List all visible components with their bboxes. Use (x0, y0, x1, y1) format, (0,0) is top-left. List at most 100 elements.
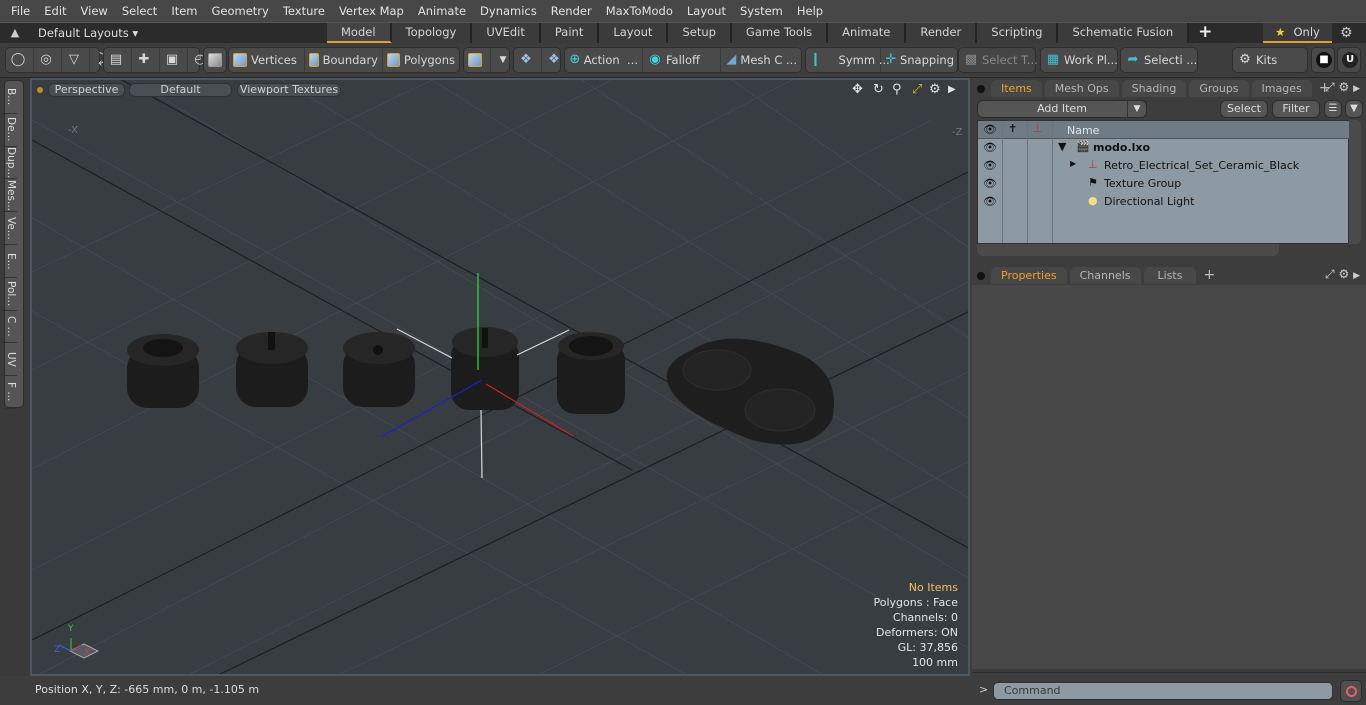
item-list-horizontal-scrollbar[interactable] (977, 244, 1279, 256)
menu-select[interactable]: Select (115, 0, 164, 22)
menu-dynamics[interactable]: Dynamics (473, 0, 544, 22)
layouts-dropdown[interactable]: Default Layouts ▾ (38, 23, 138, 43)
unreal-kit-button[interactable]: U (1338, 48, 1365, 72)
3d-viewport[interactable]: Perspective Default Viewport Textures ✥ … (30, 78, 970, 676)
unwrap-tool-button[interactable]: ✚ (132, 48, 160, 72)
tab-animate[interactable]: Animate (828, 23, 907, 43)
menu-help[interactable]: Help (790, 0, 830, 22)
expand-down-icon[interactable]: ▼ (1058, 140, 1066, 153)
add-tab-button[interactable]: + (1189, 23, 1221, 43)
tab-game-tools[interactable]: Game Tools (731, 23, 829, 43)
vtab-fusion[interactable]: F ... (5, 376, 17, 409)
pivot-button[interactable]: ❖ (514, 48, 542, 72)
tab-paint[interactable]: Paint (540, 23, 600, 43)
tab-images[interactable]: Images (1251, 80, 1312, 97)
tab-uvedit[interactable]: UVEdit (472, 23, 541, 43)
tab-lists[interactable]: Lists (1143, 267, 1197, 284)
vertices-button[interactable]: Vertices (229, 48, 305, 72)
panel-gear-icon[interactable]: ⚙ (1338, 267, 1349, 281)
zoom-icon[interactable]: ⚲ (892, 82, 902, 97)
vtab-uv[interactable]: UV (5, 343, 17, 377)
panel-gear-icon[interactable]: ⚙ (1338, 80, 1349, 94)
vtab-deform[interactable]: De... (5, 114, 17, 147)
tab-channels[interactable]: Channels (1069, 267, 1141, 284)
viewport-textures-button[interactable]: Viewport Textures (237, 83, 341, 97)
vtab-mesh-edit[interactable]: Mes... (5, 179, 17, 213)
item-mode-button[interactable] (204, 48, 230, 72)
shading-mode-button[interactable]: Default (129, 83, 232, 97)
panel-dot-icon[interactable] (977, 85, 985, 93)
panel-dot-icon[interactable] (977, 272, 985, 280)
record-macro-button[interactable] (1340, 680, 1362, 702)
expand-icon[interactable]: ⤢ (1325, 267, 1335, 281)
menu-item[interactable]: Item (164, 0, 204, 22)
tab-shading[interactable]: Shading (1121, 80, 1187, 97)
symmetry-button[interactable]: ❙ Symm ... (806, 48, 890, 72)
menu-animate[interactable]: Animate (411, 0, 473, 22)
viewport-menu-arrow-icon[interactable]: ▶ (948, 84, 956, 95)
expand-icon[interactable]: ⤢ (1325, 80, 1335, 94)
menu-maxtomodo[interactable]: MaxToModo (599, 0, 680, 22)
tab-scripting[interactable]: Scripting (977, 23, 1059, 43)
filter-button[interactable]: Filter (1272, 100, 1320, 118)
action-center-button[interactable]: ⊕ Action ... (565, 48, 643, 72)
tab-items[interactable]: Items (991, 80, 1042, 97)
menu-texture[interactable]: Texture (276, 0, 332, 22)
vtab-edge[interactable]: E... (5, 245, 17, 278)
tab-mesh-ops[interactable]: Mesh Ops (1044, 80, 1119, 97)
pan-icon[interactable]: ✥ (852, 82, 863, 97)
funnel-filter-icon[interactable]: ▼ (1345, 100, 1363, 118)
menu-vertex-map[interactable]: Vertex Map (332, 0, 411, 22)
menu-file[interactable]: File (4, 0, 37, 22)
globe-tool-button[interactable]: ◎ (34, 48, 62, 72)
project-tool-button[interactable]: ▣ (160, 48, 188, 72)
sphere-tool-button[interactable]: ◯ (6, 48, 34, 72)
item-row-texture-group[interactable]: 👁 ⚑ Texture Group (978, 175, 1349, 193)
falloff-button[interactable]: ◉ Falloff (643, 48, 721, 72)
lock-column-icon[interactable]: ✝ (1008, 122, 1017, 135)
visibility-eye-icon[interactable]: 👁 (983, 159, 997, 172)
panel-menu-arrow-icon[interactable]: ▶ (1353, 271, 1360, 281)
material-mode-button[interactable] (464, 48, 491, 72)
boundary-button[interactable]: Boundary (305, 48, 383, 72)
only-toggle[interactable]: ★ Only (1263, 23, 1332, 43)
menu-view[interactable]: View (74, 0, 115, 22)
tab-model[interactable]: Model (327, 23, 392, 43)
list-options-icon[interactable]: ☰ (1324, 100, 1342, 118)
menu-system[interactable]: System (733, 0, 790, 22)
tab-properties[interactable]: Properties (991, 267, 1067, 284)
command-input[interactable]: Command (993, 682, 1333, 700)
vtab-basic[interactable]: B... (5, 81, 17, 114)
kits-button[interactable]: ⚙ Kits (1233, 48, 1281, 72)
tab-schematic-fusion[interactable]: Schematic Fusion (1058, 23, 1190, 43)
selection-sets-button[interactable]: ➦ Selecti ... (1121, 48, 1201, 72)
gear-icon[interactable]: ⚙ (1340, 25, 1353, 41)
kit-a-button[interactable]: ■ (1312, 48, 1339, 72)
menu-layout[interactable]: Layout (680, 0, 733, 22)
maximize-icon[interactable]: ⤢ (912, 82, 922, 97)
menu-geometry[interactable]: Geometry (205, 0, 276, 22)
name-column-header[interactable]: Name (1067, 124, 1099, 137)
polygons-button[interactable]: Polygons (383, 48, 459, 72)
tab-layout[interactable]: Layout (599, 23, 669, 43)
vtab-vertex[interactable]: Ve... (5, 212, 17, 245)
visibility-column-icon[interactable]: 👁 (983, 123, 997, 136)
tab-setup[interactable]: Setup (668, 23, 732, 43)
visibility-eye-icon[interactable]: 👁 (983, 177, 997, 190)
viewport-gear-icon[interactable]: ⚙ (929, 82, 941, 97)
align-tool-button[interactable]: ▤ (104, 48, 132, 72)
pen-tool-button[interactable]: ▽ (62, 48, 90, 72)
tab-render[interactable]: Render (906, 23, 978, 43)
vtab-polygon[interactable]: Pol... (5, 278, 17, 311)
item-row-mesh[interactable]: 👁 ▶ ⊥ Retro_Electrical_Set_Ceramic_Black (978, 157, 1349, 175)
rotate-icon[interactable]: ↻ (873, 82, 884, 97)
collapse-arrow-icon[interactable]: ▲ (8, 26, 22, 40)
workplane-button[interactable]: ▦ Work Pl... (1041, 48, 1122, 72)
mesh-constraint-button[interactable]: ◢ Mesh C ... (721, 48, 801, 72)
add-properties-tab-button[interactable]: + (1199, 267, 1219, 284)
visibility-eye-icon[interactable]: 👁 (983, 141, 997, 154)
item-list-vertical-scrollbar[interactable] (1349, 120, 1361, 244)
viewport-status-dot[interactable] (37, 87, 43, 93)
snapping-button[interactable]: ✛ Snapping (881, 48, 958, 72)
item-row-light[interactable]: 👁 ● Directional Light (978, 193, 1349, 211)
